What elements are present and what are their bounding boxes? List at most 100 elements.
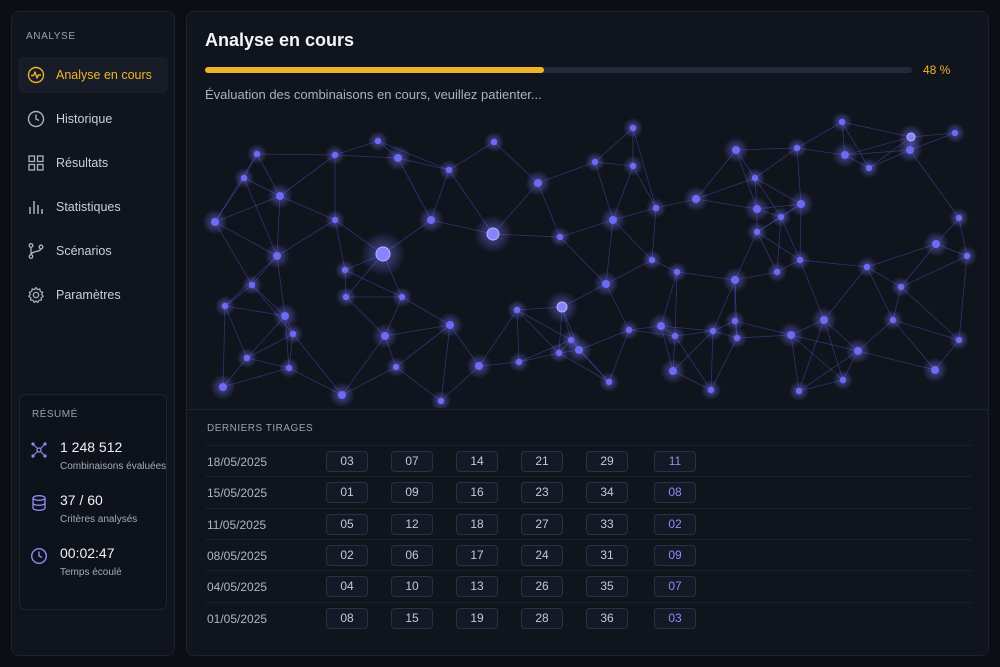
network-node bbox=[669, 367, 677, 375]
network-node bbox=[555, 349, 563, 357]
network-node bbox=[707, 386, 715, 394]
sidebar-item-resultats[interactable]: Résultats bbox=[18, 145, 168, 181]
network-node bbox=[906, 146, 914, 154]
network-node bbox=[709, 327, 717, 335]
sidebar-item-label: Historique bbox=[56, 112, 113, 126]
draw-date: 08/05/2025 bbox=[207, 548, 268, 563]
network-node bbox=[240, 174, 248, 182]
draw-row: 15/05/2025 01 09 16 23 34 08 bbox=[205, 476, 972, 507]
network-node bbox=[773, 268, 781, 276]
network-node bbox=[276, 192, 284, 200]
network-node bbox=[513, 306, 521, 314]
network-node bbox=[629, 124, 637, 132]
sidebar-item-label: Résultats bbox=[56, 156, 109, 170]
network-node bbox=[248, 281, 256, 289]
network-node bbox=[211, 218, 219, 226]
summary-panel: RÉSUMÉ 1 248 512 Combinaisons évaluées 3… bbox=[19, 394, 167, 610]
network-node bbox=[341, 266, 349, 274]
network-node bbox=[932, 240, 940, 248]
network-edge bbox=[892, 319, 960, 341]
network-node bbox=[556, 233, 564, 241]
progress-fill bbox=[205, 67, 545, 73]
grid-icon bbox=[26, 153, 46, 173]
draw-number: 18 bbox=[456, 513, 498, 535]
network-node bbox=[331, 216, 339, 224]
sidebar-item-analyse-en-cours[interactable]: Analyse en cours bbox=[18, 57, 168, 93]
draw-bonus-number: 08 bbox=[654, 482, 696, 504]
draw-number: 36 bbox=[586, 607, 628, 629]
sidebar-item-scenarios[interactable]: Scénarios bbox=[18, 233, 168, 269]
sidebar-item-historique[interactable]: Historique bbox=[18, 101, 168, 137]
network-node bbox=[398, 293, 406, 301]
draw-number: 29 bbox=[586, 451, 628, 472]
draw-number: 35 bbox=[586, 576, 628, 598]
draw-number: 24 bbox=[521, 544, 563, 566]
sidebar: ANALYSE Analyse en cours Historique Résu… bbox=[11, 11, 175, 656]
network-node bbox=[648, 256, 656, 264]
network-node bbox=[673, 268, 681, 276]
network-node bbox=[515, 358, 523, 366]
network-edge bbox=[958, 255, 968, 341]
network-node bbox=[963, 252, 971, 260]
network-node bbox=[437, 397, 445, 405]
network-node bbox=[692, 195, 700, 203]
network-node bbox=[253, 150, 261, 158]
network-edge bbox=[900, 286, 960, 341]
page-title: Analyse en cours bbox=[205, 30, 355, 50]
network-node bbox=[381, 332, 389, 340]
network-node bbox=[652, 204, 660, 212]
network-node bbox=[731, 317, 739, 325]
network-visualization bbox=[202, 112, 978, 408]
branch-icon bbox=[26, 241, 46, 261]
draw-number: 15 bbox=[391, 607, 433, 629]
network-node bbox=[427, 216, 435, 224]
draw-number: 31 bbox=[586, 544, 628, 566]
network-node bbox=[338, 391, 346, 399]
network-node bbox=[625, 326, 633, 334]
network-node bbox=[657, 322, 665, 330]
network-node bbox=[289, 330, 297, 338]
draw-number: 27 bbox=[521, 513, 563, 535]
activity-icon bbox=[26, 65, 46, 85]
network-node bbox=[793, 144, 801, 152]
network-node bbox=[889, 316, 897, 324]
network-icon bbox=[30, 441, 48, 459]
draw-number: 28 bbox=[521, 607, 563, 629]
network-node bbox=[605, 378, 613, 386]
network-node bbox=[931, 366, 939, 374]
network-node bbox=[733, 334, 741, 342]
draw-number: 05 bbox=[326, 513, 368, 535]
draw-number: 08 bbox=[326, 607, 368, 629]
stat-value: 00:02:47 bbox=[60, 545, 115, 561]
draw-number: 09 bbox=[391, 482, 433, 504]
network-node bbox=[854, 347, 862, 355]
network-node bbox=[375, 246, 391, 262]
network-node bbox=[671, 332, 679, 340]
network-node bbox=[486, 227, 500, 241]
draw-row: 01/05/2025 08 15 19 28 36 03 bbox=[205, 601, 972, 633]
network-node bbox=[838, 118, 846, 126]
network-node bbox=[221, 302, 229, 310]
draw-bonus-number: 09 bbox=[654, 544, 696, 566]
draw-number: 19 bbox=[456, 607, 498, 629]
progress-percent: 48 % bbox=[923, 63, 951, 77]
sidebar-item-statistiques[interactable]: Statistiques bbox=[18, 189, 168, 225]
network-node bbox=[797, 200, 805, 208]
network-node bbox=[951, 129, 959, 137]
bar-chart-icon bbox=[26, 197, 46, 217]
network-node bbox=[285, 364, 293, 372]
network-node bbox=[753, 205, 761, 213]
draw-number: 14 bbox=[456, 451, 498, 472]
draw-bonus-number: 03 bbox=[654, 607, 696, 629]
draw-number: 33 bbox=[586, 513, 628, 535]
network-node bbox=[374, 137, 382, 145]
draw-number: 17 bbox=[456, 544, 498, 566]
stat-label: Combinaisons évaluées bbox=[60, 461, 167, 472]
draw-number: 02 bbox=[326, 544, 368, 566]
network-node bbox=[392, 363, 400, 371]
stat-label: Temps écoulé bbox=[60, 567, 122, 578]
sidebar-item-parametres[interactable]: Paramètres bbox=[18, 277, 168, 313]
network-node bbox=[753, 228, 761, 236]
network-node bbox=[731, 276, 739, 284]
network-node bbox=[342, 293, 350, 301]
